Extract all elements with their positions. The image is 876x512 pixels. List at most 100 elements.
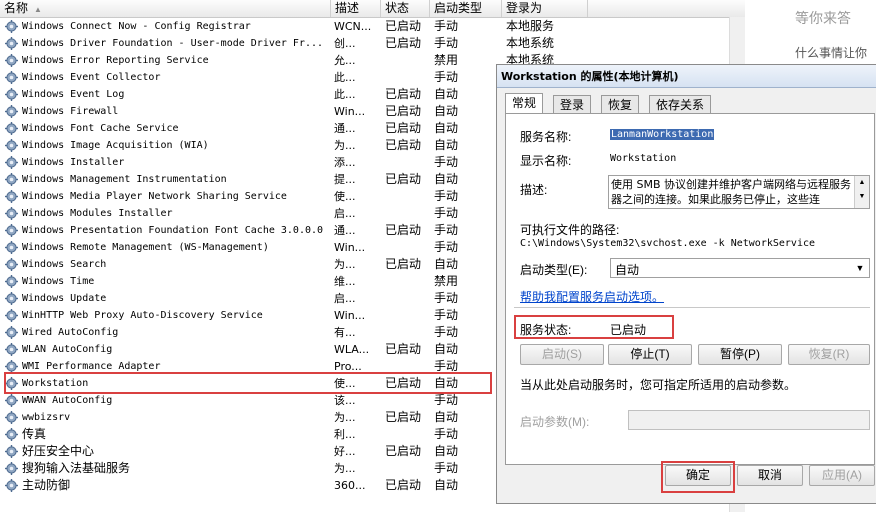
table-row[interactable]: Windows Presentation Foundation Font Cac… [0, 222, 500, 239]
service-startup: 手动 [434, 155, 459, 169]
table-row[interactable]: 搜狗输入法基础服务 为... 手动 [0, 460, 500, 477]
table-row[interactable]: Windows Media Player Network Sharing Ser… [0, 188, 500, 205]
table-row[interactable]: Windows Error Reporting Service 允... 禁用 本地系… [0, 52, 554, 69]
description-box[interactable]: 使用 SMB 协议创建并维护客户端网络与远程服务器之间的连接。如果此服务已停止，… [608, 175, 870, 209]
service-name: Windows Search [22, 259, 107, 270]
table-row[interactable]: WLAN AutoConfig WLA... 已启动 自动 [0, 341, 500, 358]
start-params-input[interactable] [628, 410, 870, 430]
table-row[interactable]: Windows Management Instrumentation 提... 已启… [0, 171, 500, 188]
service-gear-icon [5, 241, 18, 254]
scroll-up-icon[interactable]: ▲ [855, 176, 869, 190]
column-header-name[interactable]: 名称 ▲ [0, 0, 331, 17]
column-header-startup[interactable]: 启动类型 [430, 0, 502, 17]
display-name-label: 显示名称: [520, 154, 572, 168]
service-name-value[interactable]: LanmanWorkstation [610, 129, 715, 140]
service-gear-icon [5, 139, 18, 152]
column-header-status[interactable]: 状态 [381, 0, 430, 17]
table-row[interactable]: Windows Update 启... 手动 [0, 290, 500, 307]
column-header-logon[interactable]: 登录为 [502, 0, 588, 17]
stop-button[interactable]: 停止(T) [608, 344, 692, 365]
table-row[interactable]: Windows Firewall Win... 已启动 自动 [0, 103, 500, 120]
table-row[interactable]: WWAN AutoConfig 该... 手动 [0, 392, 500, 409]
table-row[interactable]: 好压安全中心 好... 已启动 自动 [0, 443, 500, 460]
side-question[interactable]: 什么事情让你 [795, 44, 867, 61]
description-scrollbar[interactable]: ▲ ▼ [854, 176, 869, 208]
service-name: Workstation [22, 378, 89, 389]
table-row[interactable]: Windows Time 维... 禁用 [0, 273, 500, 290]
service-startup: 手动 [434, 291, 459, 305]
service-desc: 该... [334, 394, 356, 407]
table-row[interactable]: 主动防御 360... 已启动 自动 [0, 477, 500, 494]
description-label: 描述: [520, 183, 548, 197]
service-startup: 自动 [434, 121, 459, 135]
service-desc: Win... [334, 105, 366, 118]
service-desc: 此... [334, 71, 356, 84]
service-status: 已启动 [385, 121, 422, 135]
tab-recovery[interactable]: 恢复 [601, 95, 640, 113]
service-gear-icon [5, 37, 18, 50]
chevron-down-icon[interactable]: ▼ [853, 259, 867, 277]
service-startup: 自动 [434, 87, 459, 101]
table-row[interactable]: Windows Event Log 此... 已启动 自动 [0, 86, 500, 103]
tab-general[interactable]: 常规 [505, 93, 544, 114]
service-desc: 利... [334, 428, 356, 441]
service-desc: 使... [334, 190, 356, 203]
exe-path-label: 可执行文件的路径: [520, 223, 620, 237]
tab-dependencies[interactable]: 依存关系 [649, 95, 712, 113]
service-startup: 手动 [434, 189, 459, 203]
table-row[interactable]: Windows Event Collector 此... 手动 [0, 69, 500, 86]
service-status: 已启动 [385, 257, 422, 271]
pause-button[interactable]: 暂停(P) [698, 344, 782, 365]
service-name: 搜狗输入法基础服务 [22, 461, 131, 475]
service-gear-icon [5, 411, 18, 424]
table-row[interactable]: Windows Remote Management (WS-Management… [0, 239, 500, 256]
service-desc: 提... [334, 173, 356, 186]
service-name: WinHTTP Web Proxy Auto-Discovery Service [22, 310, 263, 321]
table-row[interactable]: Windows Modules Installer 启... 手动 [0, 205, 500, 222]
service-startup: 手动 [434, 240, 459, 254]
service-startup: 手动 [434, 206, 459, 220]
table-row[interactable]: Windows Connect Now - Config Registrar WC… [0, 18, 554, 35]
table-row[interactable]: Workstation 使... 已启动 自动 [0, 375, 500, 392]
service-name: WMI Performance Adapter [22, 361, 161, 372]
service-desc: 创... [334, 37, 356, 50]
table-row[interactable]: WMI Performance Adapter Pro... 手动 [0, 358, 500, 375]
tab-logon[interactable]: 登录 [553, 95, 592, 113]
table-row[interactable]: 传真 利... 手动 [0, 426, 500, 443]
service-gear-icon [5, 462, 18, 475]
service-gear-icon [5, 207, 18, 220]
service-name: Windows Event Collector [22, 72, 161, 83]
table-row[interactable]: wwbizsrv 为... 已启动 自动 [0, 409, 500, 426]
service-gear-icon [5, 275, 18, 288]
table-row[interactable]: Windows Driver Foundation - User-mode Dr… [0, 35, 554, 52]
service-gear-icon [5, 122, 18, 135]
ok-button[interactable]: 确定 [665, 465, 731, 486]
table-row[interactable]: Wired AutoConfig 有... 手动 [0, 324, 500, 341]
start-button[interactable]: 启动(S) [520, 344, 604, 365]
cancel-button[interactable]: 取消 [737, 465, 803, 486]
dialog-titlebar[interactable]: Workstation 的属性(本地计算机) [497, 65, 876, 88]
startup-type-select[interactable]: 自动 ▼ [610, 258, 870, 278]
service-desc: 通... [334, 224, 356, 237]
service-name: WLAN AutoConfig [22, 344, 113, 355]
table-row[interactable]: Windows Installer 添... 手动 [0, 154, 500, 171]
table-row[interactable]: Windows Font Cache Service 通... 已启动 自动 [0, 120, 500, 137]
service-desc: 维... [334, 275, 356, 288]
resume-button[interactable]: 恢复(R) [788, 344, 870, 365]
table-row[interactable]: WinHTTP Web Proxy Auto-Discovery Service… [0, 307, 500, 324]
table-row[interactable]: Windows Search 为... 已启动 自动 [0, 256, 500, 273]
dialog-title: Workstation 的属性(本地计算机) [501, 70, 679, 83]
service-gear-icon [5, 71, 18, 84]
service-gear-icon [5, 326, 18, 339]
column-header-desc[interactable]: 描述 [331, 0, 381, 17]
help-configure-link[interactable]: 帮助我配置服务启动选项。 [520, 288, 664, 305]
apply-button[interactable]: 应用(A) [809, 465, 875, 486]
service-name: wwbizsrv [22, 412, 71, 423]
service-name: Windows Error Reporting Service [22, 55, 209, 66]
list-header: 名称 ▲ 描述 状态 启动类型 登录为 [0, 0, 745, 18]
display-name-value: Workstation [610, 153, 677, 164]
scroll-down-icon[interactable]: ▼ [855, 190, 869, 204]
service-desc: WCN... [334, 20, 372, 33]
service-desc: Pro... [334, 360, 362, 373]
table-row[interactable]: Windows Image Acquisition (WIA) 为... 已启动 自动 [0, 137, 500, 154]
